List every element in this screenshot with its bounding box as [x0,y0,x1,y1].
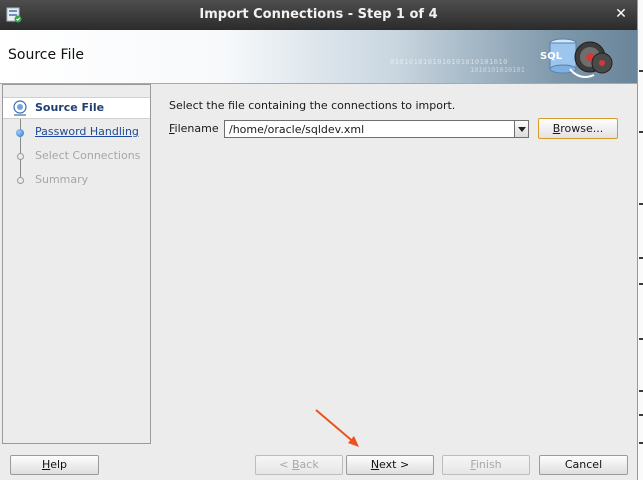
finish-button[interactable]: Finish [442,455,530,475]
step-label: Select Connections [35,149,141,162]
help-button[interactable]: Help [10,455,99,475]
step-indicator-icon [17,177,24,184]
binary-decoration: 0101010101010101010101010 [390,58,508,66]
filename-combobox[interactable]: /home/oracle/sqldev.xml [224,120,529,138]
current-step-icon [13,100,27,116]
sql-database-icon: SQL [540,38,613,78]
step-select-connections: Select Connections [3,146,150,166]
title-bar[interactable]: Import Connections - Step 1 of 4 ✕ [0,0,637,30]
step-content: Select the file containing the connectio… [152,84,637,444]
wizard-header: Source File 0101010101010101010101010 10… [0,30,637,84]
instruction-text: Select the file containing the connectio… [169,99,456,112]
close-icon[interactable]: ✕ [613,6,629,22]
next-button[interactable]: Next > [346,455,434,475]
binary-decoration-2: 1010101010101 [470,66,525,74]
step-summary: Summary [3,170,150,190]
dropdown-arrow-icon[interactable] [514,121,528,137]
svg-text:SQL: SQL [540,51,563,62]
step-label: Source File [35,101,105,114]
step-indicator-icon [16,129,24,137]
cancel-button[interactable]: Cancel [539,455,628,475]
back-button[interactable]: < Back [255,455,343,475]
dialog-title: Import Connections - Step 1 of 4 [199,7,438,22]
step-indicator-icon [17,153,24,160]
import-connections-dialog: Import Connections - Step 1 of 4 ✕ Sourc… [0,0,638,480]
step-label: Summary [35,173,89,186]
wizard-steps-panel: Source File Password Handling Select Con… [2,84,151,444]
filename-label: Filename [169,122,219,135]
step-source-file[interactable]: Source File [3,97,150,119]
step-label[interactable]: Password Handling [35,122,139,142]
background-window-edge [638,0,643,480]
page-title: Source File [8,47,84,63]
filename-value[interactable]: /home/oracle/sqldev.xml [229,123,364,136]
browse-button[interactable]: Browse... [538,118,618,139]
step-password-handling[interactable]: Password Handling [3,122,150,142]
